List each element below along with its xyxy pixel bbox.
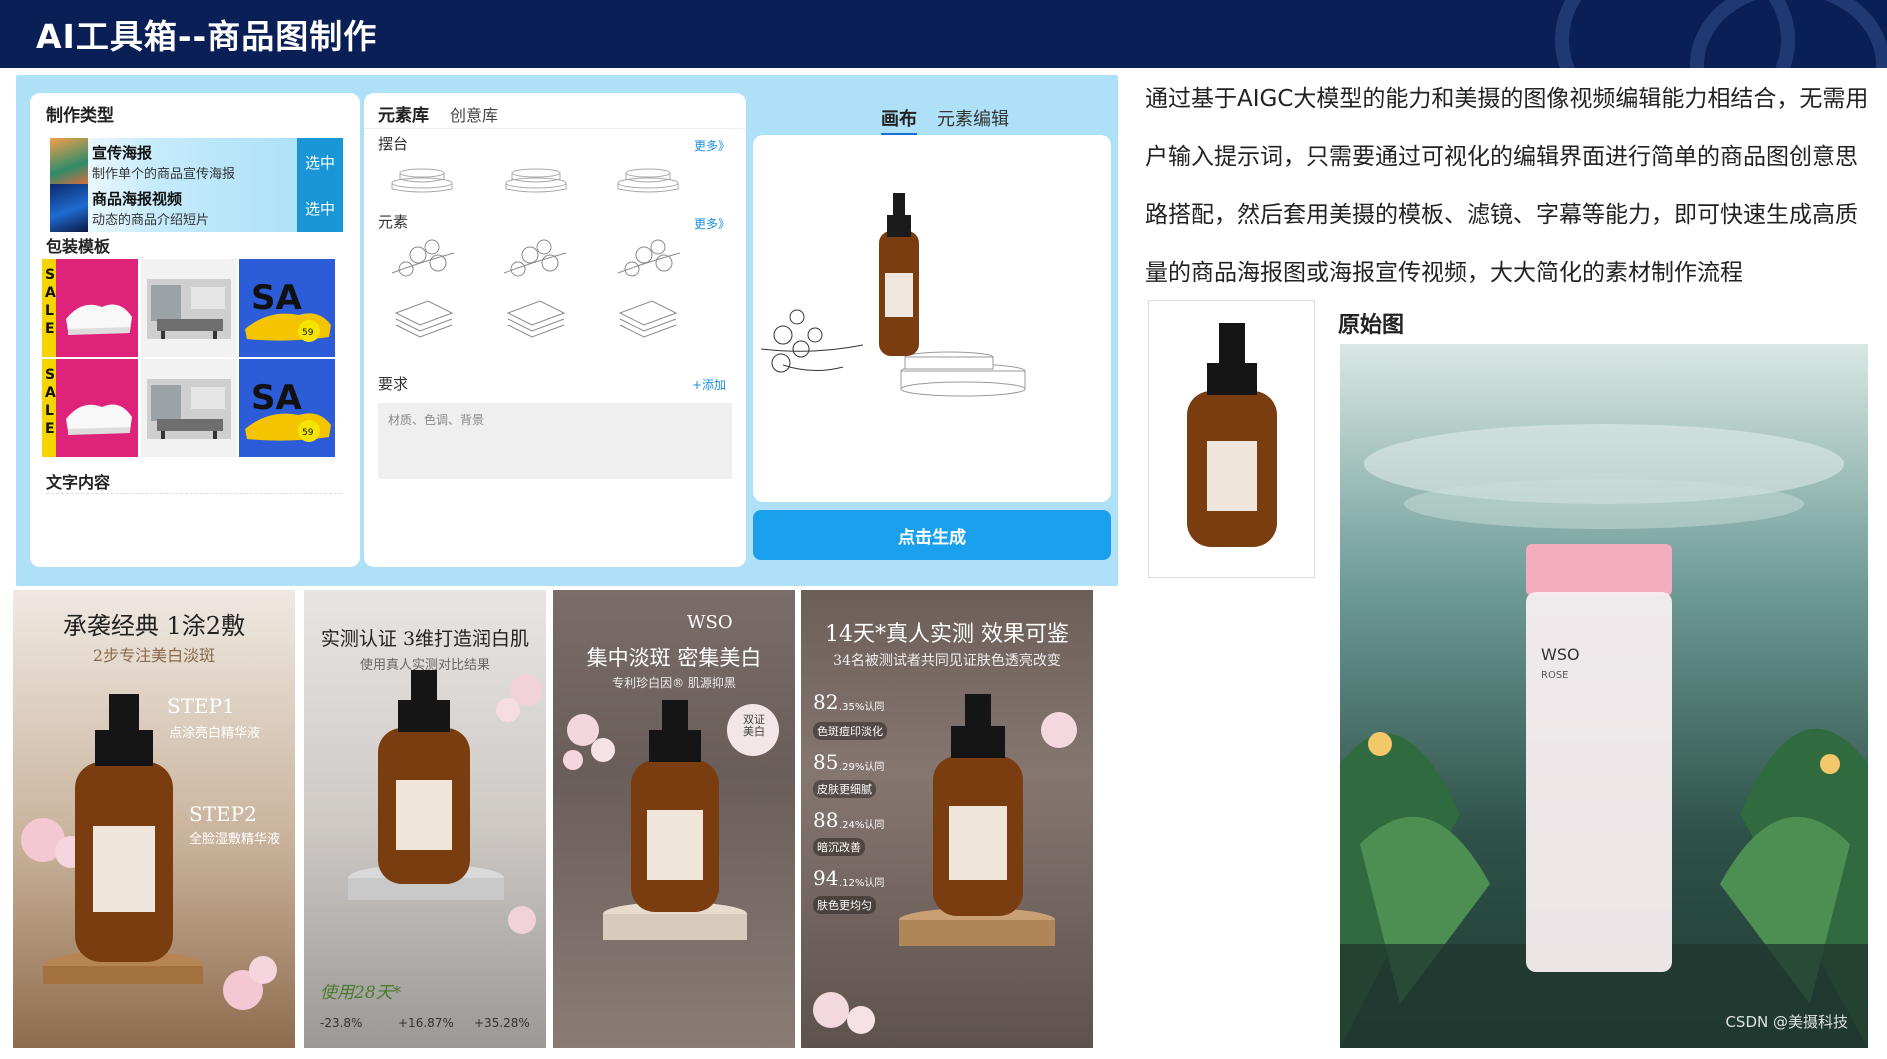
furniture-template-image xyxy=(147,379,231,439)
tab-element-library[interactable]: 元素库 xyxy=(378,101,429,126)
original-product-image xyxy=(1148,300,1315,578)
requirement-label: 要求 xyxy=(378,375,409,393)
water-scene-image: WSO ROSE xyxy=(1340,344,1868,1048)
select-button[interactable]: 选中 xyxy=(297,184,343,232)
template-thumb[interactable] xyxy=(141,259,237,357)
video-thumbnail xyxy=(50,184,88,232)
metric-label: 色斑痘印淡化 xyxy=(813,722,887,740)
type-item-desc: 动态的商品介绍短片 xyxy=(92,213,210,228)
sale-template-image: SA 59 xyxy=(245,278,331,342)
poster-1: 承袭经典 1涂2敷 2步专注美白淡斑 STEP1 点涂亮白精华液 STEP2 全… xyxy=(13,590,295,1048)
template-thumb[interactable] xyxy=(141,359,237,457)
template-thumb[interactable]: S A L E xyxy=(42,359,138,457)
bottle-brand-text: WSO xyxy=(1541,645,1580,664)
svg-text:E: E xyxy=(45,321,55,337)
type-item-video[interactable]: 商品海报视频 动态的商品介绍短片 选中 xyxy=(50,184,343,232)
watermark: CSDN @美摄科技 xyxy=(1725,1013,1848,1031)
divider xyxy=(364,128,746,129)
tab-element-edit[interactable]: 元素编辑 xyxy=(937,105,1009,131)
stat-3: +35.28% xyxy=(474,1016,530,1030)
step1-label: STEP1 xyxy=(167,694,235,718)
tab-creative-library[interactable]: 创意库 xyxy=(450,102,498,126)
title-bar: AI工具箱--商品图制作 xyxy=(0,0,1887,68)
flower-sketch-icon xyxy=(391,239,455,277)
poster-4: 14天*真人实测 效果可鉴 34名被测试者共同见证肤色透亮改变 82 .35%认… xyxy=(801,590,1093,1048)
usage-badge: 使用28天* xyxy=(320,983,402,1003)
poster-thumbnail xyxy=(50,138,88,186)
svg-text:59: 59 xyxy=(302,328,314,338)
original-label: 原始图 xyxy=(1338,313,1405,338)
metric-num: 85 xyxy=(813,750,839,774)
metric-num: 82 xyxy=(813,690,839,714)
page-title: AI工具箱--商品图制作 xyxy=(36,17,378,56)
metric-pct: .29%认同 xyxy=(839,762,885,773)
generate-button[interactable]: 点击生成 xyxy=(753,510,1111,560)
original-image: WSO ROSE CSDN @美摄科技 xyxy=(1340,344,1868,1048)
metric-label: 暗沉改善 xyxy=(813,838,865,856)
template-thumb[interactable]: SA 59 xyxy=(239,359,335,457)
type-item-title: 宣传海报 xyxy=(92,144,153,162)
stat-1: -23.8% xyxy=(320,1016,363,1030)
divider xyxy=(46,493,342,494)
svg-text:S: S xyxy=(45,267,55,283)
poster-3: WSO 集中淡斑 密集美白 专利珍白因® 肌源抑黑 双证美白 xyxy=(553,590,795,1048)
metric-num: 88 xyxy=(813,808,839,832)
metric-label: 肤色更均匀 xyxy=(813,896,876,914)
metric-pct: .12%认同 xyxy=(839,878,885,889)
svg-text:A: A xyxy=(45,385,56,401)
element-label: 元素 xyxy=(378,213,409,231)
certificate-seal: 双证美白 xyxy=(743,713,765,738)
svg-text:L: L xyxy=(45,403,54,419)
type-item-poster[interactable]: 宣传海报 制作单个的商品宣传海报 选中 xyxy=(50,138,343,186)
furniture-template-image xyxy=(147,279,231,339)
type-heading: 制作类型 xyxy=(46,106,114,126)
text-content-heading: 文字内容 xyxy=(46,473,111,492)
stat-2: +16.87% xyxy=(398,1016,454,1030)
step2-text: 全脸湿敷精华液 xyxy=(189,832,281,847)
select-button[interactable]: 选中 xyxy=(297,138,343,186)
template-thumb[interactable]: S A L E xyxy=(42,259,138,357)
sneaker-sale-template-image: S A L E xyxy=(42,259,132,357)
svg-text:59: 59 xyxy=(302,428,314,438)
element-card: 元素库 创意库 摆台 更多》 元素 更多》 要求 +添加 材质、色调、背景 xyxy=(364,93,746,567)
type-card: 制作类型 宣传海报 制作单个的商品宣传海报 选中 商品海报视频 动态的商品介绍短… xyxy=(30,93,360,567)
type-item-title: 商品海报视频 xyxy=(92,190,183,208)
add-requirement-link[interactable]: +添加 xyxy=(692,376,726,393)
canvas-preview-image xyxy=(760,193,1026,397)
template-thumb[interactable]: SA 59 xyxy=(239,259,335,357)
poster-2: 实测认证 3维打造润白肌 使用真人实测对比结果 使用28天* -23.8% +1… xyxy=(304,590,546,1048)
description-text: 通过基于AIGC大模型的能力和美摄的图像视频编辑能力相结合，无需用户输入提示词，… xyxy=(1145,86,1869,286)
decorative-ring xyxy=(1690,0,1887,68)
svg-text:SA: SA xyxy=(251,378,302,418)
svg-text:S: S xyxy=(45,367,55,383)
editor-panel: 制作类型 宣传海报 制作单个的商品宣传海报 选中 商品海报视频 动态的商品介绍短… xyxy=(16,75,1118,586)
step1-text: 点涂亮白精华液 xyxy=(169,726,261,741)
svg-text:SA: SA xyxy=(251,278,302,318)
svg-text:L: L xyxy=(45,303,54,319)
metric-num: 94 xyxy=(813,866,839,890)
stage-more-link[interactable]: 更多》 xyxy=(694,137,730,154)
metric-pct: .35%认同 xyxy=(839,702,885,713)
element-options[interactable] xyxy=(378,233,734,343)
sale-template-image: SA 59 xyxy=(245,378,331,442)
poster-3-image xyxy=(563,700,779,940)
element-more-link[interactable]: 更多》 xyxy=(694,215,730,232)
canvas-area[interactable] xyxy=(753,135,1111,502)
metric-pct: .24%认同 xyxy=(839,820,885,831)
requirement-input[interactable]: 材质、色调、背景 xyxy=(378,403,732,479)
tab-canvas[interactable]: 画布 xyxy=(881,105,917,135)
bottle-name-text: ROSE xyxy=(1541,670,1569,681)
amber-bottle-image xyxy=(1187,323,1277,547)
svg-text:E: E xyxy=(45,421,55,437)
sneaker-sale-template-image: S A L E xyxy=(42,359,132,457)
stage-label: 摆台 xyxy=(378,135,409,153)
requirement-placeholder: 材质、色调、背景 xyxy=(388,413,485,427)
canvas-card: 画布 元素编辑 点击生成 xyxy=(753,95,1111,575)
svg-text:A: A xyxy=(45,285,56,301)
type-item-desc: 制作单个的商品宣传海报 xyxy=(92,167,236,182)
metric-label: 皮肤更细腻 xyxy=(813,780,876,798)
template-heading: 包装模板 xyxy=(46,237,111,256)
step2-label: STEP2 xyxy=(189,802,257,826)
stage-options[interactable] xyxy=(378,161,734,201)
